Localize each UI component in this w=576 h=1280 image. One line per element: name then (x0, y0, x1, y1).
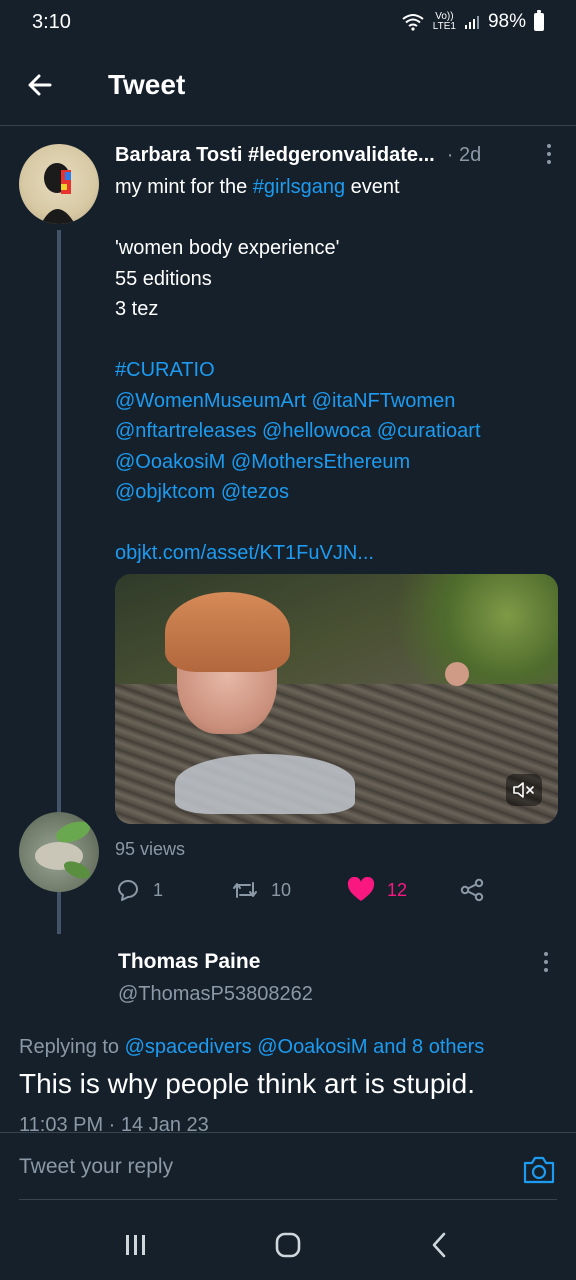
heart-filled-icon (347, 877, 375, 901)
retweet-count: 10 (271, 879, 292, 900)
editions-count: 55 editions (115, 267, 212, 290)
tweet-header: Barbara Tosti #ledgeronvalidate... · 2d (115, 144, 561, 167)
replying-label: Replying to (19, 1036, 125, 1058)
view-count: 95 views (115, 839, 186, 859)
author-name[interactable]: Barbara Tosti #ledgeronvalidate... (115, 144, 435, 167)
reply-avatar[interactable] (19, 812, 99, 892)
home-icon (275, 1232, 301, 1258)
like-count: 12 (387, 879, 408, 900)
tweet-video[interactable] (115, 574, 558, 824)
more-options-icon[interactable] (537, 142, 561, 166)
status-time: 3:10 (32, 10, 71, 33)
external-link[interactable]: objkt.com/asset/KT1FuVJN... (115, 538, 561, 569)
reply-author-name[interactable]: Thomas Paine (118, 950, 260, 974)
replying-to-users[interactable]: @spacedivers @OoakosiM and 8 others (125, 1036, 485, 1058)
reply-button[interactable]: 1 (115, 874, 163, 906)
mentions-line[interactable]: @WomenMuseumArt @itaNFTwomen (115, 386, 561, 417)
retweet-button[interactable]: 10 (231, 874, 291, 906)
replying-to: Replying to @spacedivers @OoakosiM and 8… (19, 1036, 484, 1059)
muted-speaker-icon (513, 782, 534, 798)
mentions-line[interactable]: @nftartreleases @hellowoca @curatioart (115, 416, 561, 447)
signal-icon (464, 16, 479, 29)
tweet-actions: 1 10 12 (115, 874, 561, 906)
mentions-line[interactable]: @objktcom @tezos (115, 477, 561, 508)
artwork-title: 'women body experience' (115, 237, 340, 259)
system-nav-bar (0, 1210, 576, 1280)
back-icon (432, 1232, 446, 1258)
like-button[interactable]: 12 (347, 874, 407, 906)
system-back-button[interactable] (410, 1215, 470, 1275)
back-button[interactable] (0, 44, 80, 126)
mute-button[interactable] (506, 774, 542, 806)
battery-percent: 98% (487, 11, 526, 32)
mentions-line[interactable]: @OoakosiM @MothersEthereum (115, 447, 561, 478)
battery-icon (534, 10, 544, 31)
reply-icon (118, 880, 138, 901)
recent-apps-icon (126, 1235, 145, 1255)
reply-input[interactable]: Tweet your reply (19, 1155, 173, 1179)
avatar[interactable] (19, 144, 99, 224)
avatar-image (41, 163, 75, 224)
status-icons: Vo)) LTE1 98% (401, 10, 544, 33)
camera-icon (523, 1156, 555, 1184)
home-button[interactable] (258, 1215, 318, 1275)
share-button[interactable] (459, 874, 485, 906)
arrow-left-icon (28, 74, 52, 95)
recent-apps-button[interactable] (106, 1215, 166, 1275)
status-bar: 3:10 Vo)) LTE1 98% (0, 0, 576, 44)
retweet-icon (233, 882, 257, 898)
tweet-text-part: my mint for the (115, 176, 253, 198)
more-options-icon[interactable] (534, 950, 558, 974)
share-icon (460, 878, 484, 902)
hashtag-link[interactable]: #CURATIO (115, 355, 561, 386)
compose-bar: Tweet your reply (0, 1132, 576, 1202)
app-header: Tweet (0, 44, 576, 126)
hashtag-link[interactable]: #girlsgang (253, 176, 345, 198)
network-type: Vo)) LTE1 (432, 11, 456, 32)
reply-count: 1 (153, 879, 164, 900)
reply-text: This is why people think art is stupid. (19, 1068, 475, 1099)
reply-author-handle[interactable]: @ThomasP53808262 (118, 983, 313, 1006)
wifi-icon (402, 14, 424, 31)
tweet-time: · 2d (446, 144, 482, 166)
tweet-text: my mint for the #girlsgang event 'women … (115, 172, 561, 569)
camera-button[interactable] (522, 1153, 556, 1187)
compose-divider (19, 1199, 557, 1200)
tweet-text-part: event (345, 176, 400, 198)
reply-timestamp: 11:03 PM · 14 Jan 23 (19, 1114, 209, 1132)
price: 3 tez (115, 298, 159, 320)
avatar-image (35, 821, 91, 879)
page-title: Tweet (108, 68, 186, 100)
